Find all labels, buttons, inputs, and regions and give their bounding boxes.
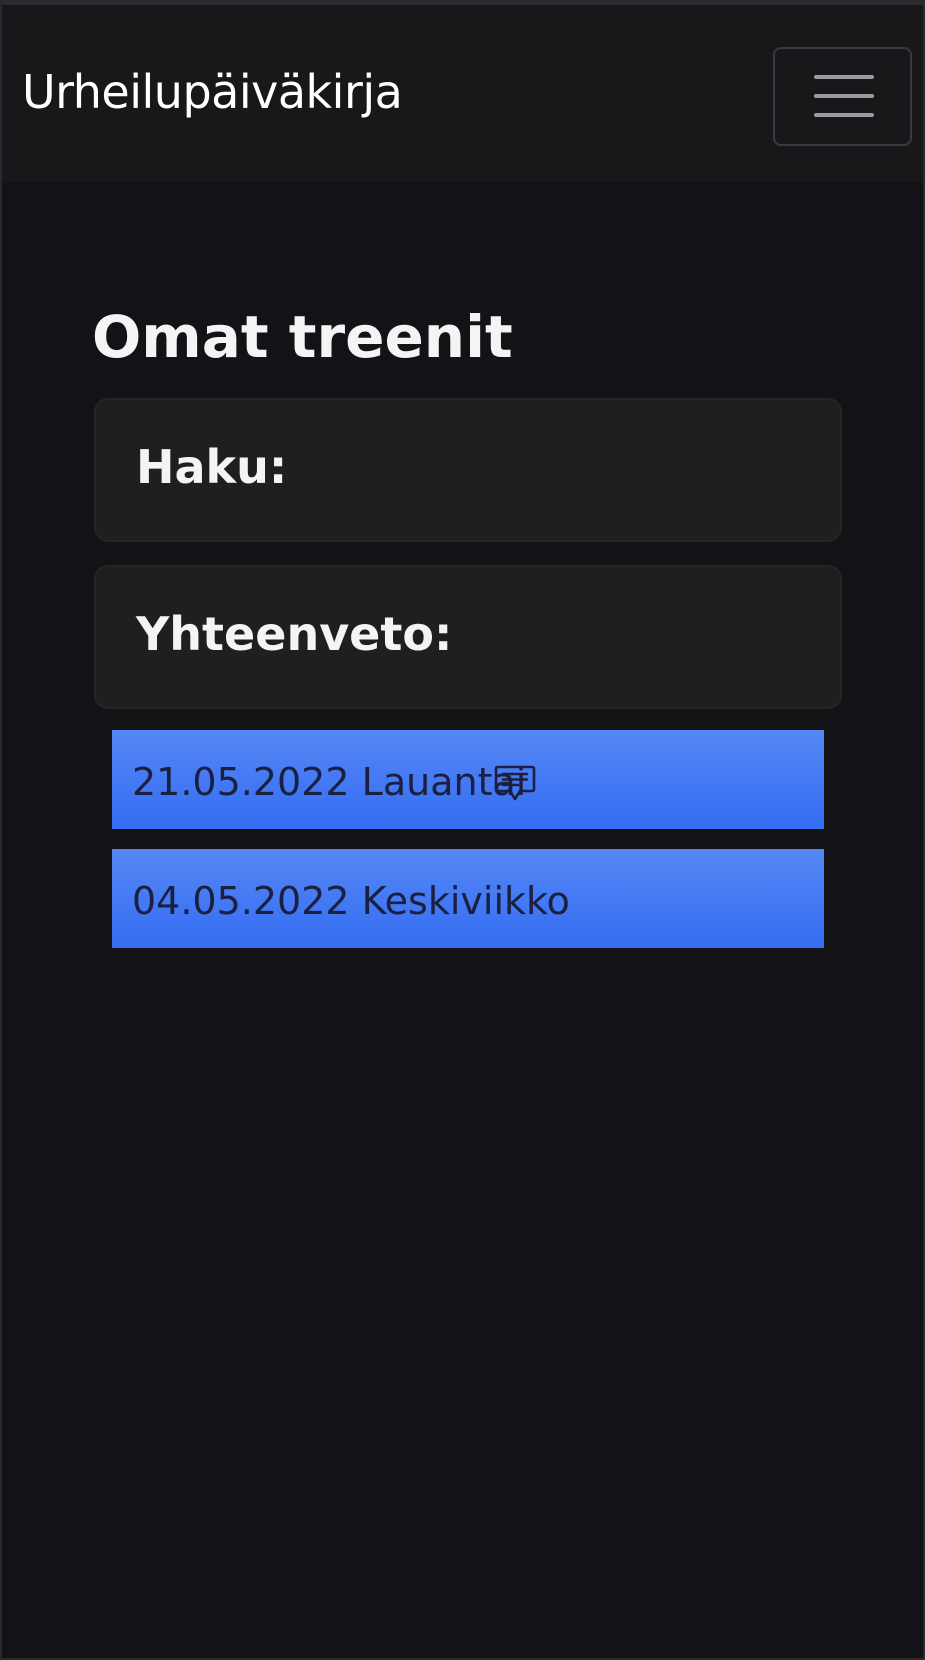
- navbar-toggler-button[interactable]: [773, 47, 912, 146]
- workout-item-label: 04.05.2022 Keskiviikko: [132, 879, 570, 923]
- navbar-brand[interactable]: Urheilupäiväkirja: [22, 69, 403, 115]
- app-frame: Urheilupäiväkirja Omat treenit Haku: Yht…: [0, 0, 925, 1660]
- workout-item[interactable]: 04.05.2022 Keskiviikko: [112, 849, 824, 948]
- page-title: Omat treenit: [92, 303, 513, 371]
- search-card[interactable]: Haku:: [94, 398, 842, 542]
- comment-icon: [494, 765, 536, 801]
- workout-item[interactable]: 21.05.2022 Lauantai: [112, 730, 824, 829]
- search-card-title: Haku:: [136, 440, 288, 494]
- summary-card[interactable]: Yhteenveto:: [94, 565, 842, 709]
- summary-card-title: Yhteenveto:: [136, 607, 453, 661]
- navbar: Urheilupäiväkirja: [2, 2, 923, 182]
- workout-item-label: 21.05.2022 Lauantai: [132, 760, 527, 804]
